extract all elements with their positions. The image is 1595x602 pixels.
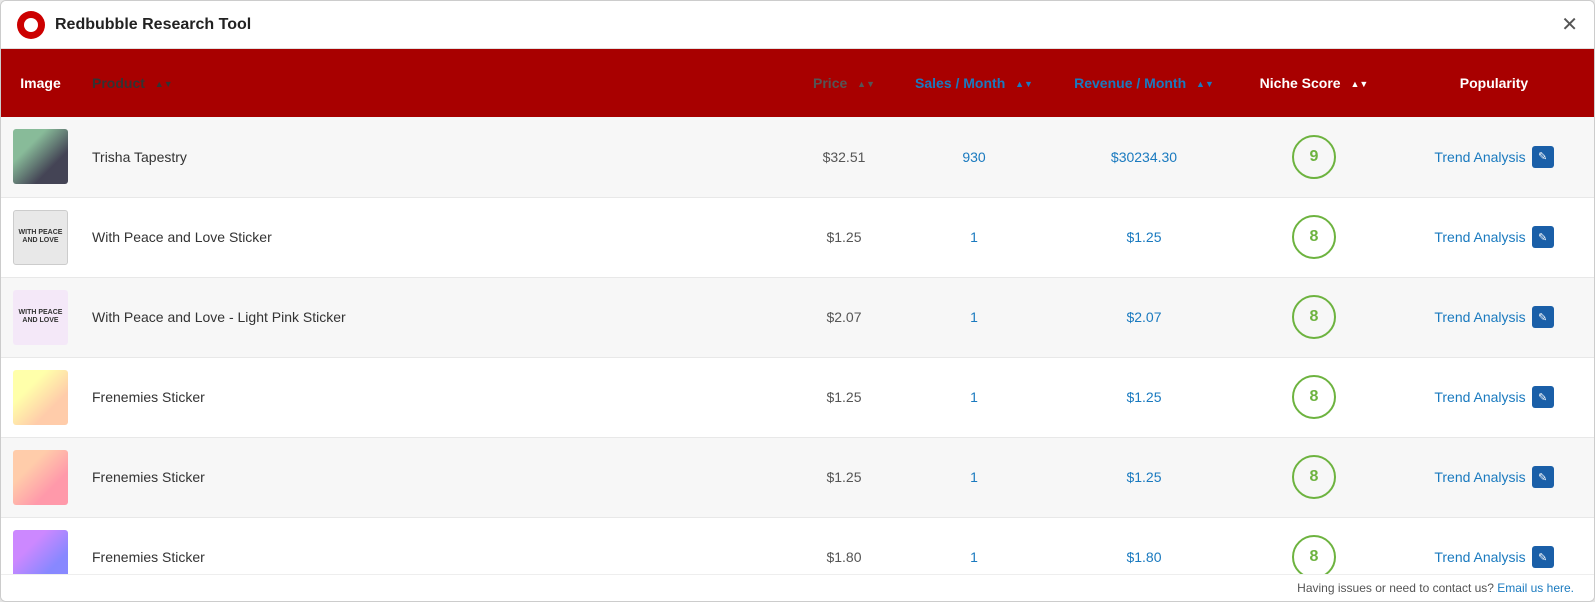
trend-analysis-label: Trend Analysis xyxy=(1434,469,1525,485)
trend-analysis-icon: ✎ xyxy=(1532,306,1554,328)
cell-popularity: Trend Analysis ✎ xyxy=(1394,277,1594,357)
trend-analysis-label: Trend Analysis xyxy=(1434,549,1525,565)
sort-arrows-revenue: ▲▼ xyxy=(1196,80,1214,89)
col-header-niche[interactable]: Niche Score ▲▼ xyxy=(1234,49,1394,117)
table-container: Image Product ▲▼ Price ▲▼ Sales / Month … xyxy=(1,49,1594,601)
product-thumbnail xyxy=(13,370,68,425)
trend-analysis-label: Trend Analysis xyxy=(1434,229,1525,245)
cell-niche-score: 8 xyxy=(1234,277,1394,357)
sort-arrows-niche: ▲▼ xyxy=(1351,80,1369,89)
trend-analysis-icon: ✎ xyxy=(1532,146,1554,168)
cell-niche-score: 8 xyxy=(1234,357,1394,437)
cell-image: WITH PEACE AND LOVE xyxy=(1,277,80,357)
table-header-row: Image Product ▲▼ Price ▲▼ Sales / Month … xyxy=(1,49,1594,117)
results-table: Image Product ▲▼ Price ▲▼ Sales / Month … xyxy=(1,49,1594,601)
trend-analysis-button[interactable]: Trend Analysis ✎ xyxy=(1434,306,1553,328)
cell-sales: 1 xyxy=(894,197,1054,277)
trend-analysis-button[interactable]: Trend Analysis ✎ xyxy=(1434,146,1553,168)
cell-price: $2.07 xyxy=(794,277,894,357)
product-thumbnail xyxy=(13,129,68,184)
trend-analysis-label: Trend Analysis xyxy=(1434,389,1525,405)
titlebar: Redbubble Research Tool ✕ xyxy=(1,1,1594,49)
app-window: Redbubble Research Tool ✕ Image Product … xyxy=(0,0,1595,602)
cell-image xyxy=(1,117,80,197)
cell-revenue: $1.25 xyxy=(1054,437,1234,517)
app-title: Redbubble Research Tool xyxy=(55,16,251,34)
trend-analysis-button[interactable]: Trend Analysis ✎ xyxy=(1434,546,1553,568)
sort-arrows-price: ▲▼ xyxy=(857,80,875,89)
close-button[interactable]: ✕ xyxy=(1561,15,1578,35)
table-row: Frenemies Sticker$1.251$1.258Trend Analy… xyxy=(1,437,1594,517)
cell-revenue: $2.07 xyxy=(1054,277,1234,357)
niche-score-circle: 9 xyxy=(1292,135,1336,179)
cell-sales: 1 xyxy=(894,277,1054,357)
trend-analysis-button[interactable]: Trend Analysis ✎ xyxy=(1434,386,1553,408)
cell-popularity: Trend Analysis ✎ xyxy=(1394,437,1594,517)
trend-analysis-icon: ✎ xyxy=(1532,546,1554,568)
col-header-price[interactable]: Price ▲▼ xyxy=(794,49,894,117)
col-header-image: Image xyxy=(1,49,80,117)
trend-analysis-button[interactable]: Trend Analysis ✎ xyxy=(1434,226,1553,248)
table-row: Trisha Tapestry$32.51930$30234.30 9 Trend … xyxy=(1,117,1594,197)
sort-arrows-product: ▲▼ xyxy=(155,80,173,89)
cell-popularity: Trend Analysis ✎ xyxy=(1394,197,1594,277)
cell-sales: 1 xyxy=(894,357,1054,437)
trend-analysis-icon: ✎ xyxy=(1532,466,1554,488)
trend-analysis-label: Trend Analysis xyxy=(1434,149,1525,165)
cell-popularity: Trend Analysis ✎ xyxy=(1394,117,1594,197)
niche-score-circle: 8 xyxy=(1292,375,1336,419)
col-header-popularity: Popularity xyxy=(1394,49,1594,117)
table-row: Frenemies Sticker$1.251$1.258Trend Analy… xyxy=(1,357,1594,437)
trend-analysis-button[interactable]: Trend Analysis ✎ xyxy=(1434,466,1553,488)
cell-revenue: $30234.30 xyxy=(1054,117,1234,197)
cell-image xyxy=(1,437,80,517)
cell-revenue: $1.25 xyxy=(1054,197,1234,277)
cell-product: Frenemies Sticker xyxy=(80,357,794,437)
product-thumbnail xyxy=(13,450,68,505)
niche-score-circle: 8 xyxy=(1292,295,1336,339)
product-thumbnail: WITH PEACE AND LOVE xyxy=(13,210,68,265)
cell-image: WITH PEACE AND LOVE xyxy=(1,197,80,277)
trend-analysis-label: Trend Analysis xyxy=(1434,309,1525,325)
cell-sales: 1 xyxy=(894,437,1054,517)
col-header-revenue[interactable]: Revenue / Month ▲▼ xyxy=(1054,49,1234,117)
cell-niche-score: 8 xyxy=(1234,197,1394,277)
table-row: WITH PEACE AND LOVEWith Peace and Love S… xyxy=(1,197,1594,277)
col-header-product[interactable]: Product ▲▼ xyxy=(80,49,794,117)
cell-product: Frenemies Sticker xyxy=(80,437,794,517)
cell-price: $1.25 xyxy=(794,197,894,277)
footer-text: Having issues or need to contact us? xyxy=(1297,581,1494,595)
niche-score-circle: 8 xyxy=(1292,215,1336,259)
niche-score-circle: 8 xyxy=(1292,535,1336,579)
cell-popularity: Trend Analysis ✎ xyxy=(1394,357,1594,437)
cell-product: With Peace and Love Sticker xyxy=(80,197,794,277)
cell-niche-score: 8 xyxy=(1234,437,1394,517)
trend-analysis-icon: ✎ xyxy=(1532,226,1554,248)
cell-price: $1.25 xyxy=(794,357,894,437)
sort-arrows-sales: ▲▼ xyxy=(1015,80,1033,89)
product-thumbnail: WITH PEACE AND LOVE xyxy=(13,290,68,345)
trend-analysis-icon: ✎ xyxy=(1532,386,1554,408)
cell-price: $1.25 xyxy=(794,437,894,517)
footer-email-link[interactable]: Email us here. xyxy=(1497,581,1574,595)
footer-bar: Having issues or need to contact us? Ema… xyxy=(1,574,1594,601)
app-logo xyxy=(17,11,45,39)
cell-niche-score: 9 xyxy=(1234,117,1394,197)
titlebar-left: Redbubble Research Tool xyxy=(17,11,251,39)
cell-sales: 930 xyxy=(894,117,1054,197)
cell-price: $32.51 xyxy=(794,117,894,197)
col-header-sales[interactable]: Sales / Month ▲▼ xyxy=(894,49,1054,117)
niche-score-circle: 8 xyxy=(1292,455,1336,499)
cell-image xyxy=(1,357,80,437)
cell-product: Trisha Tapestry xyxy=(80,117,794,197)
cell-product: With Peace and Love - Light Pink Sticker xyxy=(80,277,794,357)
app-logo-inner xyxy=(24,18,38,32)
cell-revenue: $1.25 xyxy=(1054,357,1234,437)
table-row: WITH PEACE AND LOVEWith Peace and Love -… xyxy=(1,277,1594,357)
